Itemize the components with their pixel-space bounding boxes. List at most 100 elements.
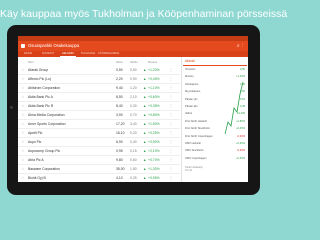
- column-name-header[interactable]: Nimi: [28, 60, 34, 64]
- detail-value: +0,35%: [236, 156, 245, 160]
- stock-name: Amer Sports Corporation: [28, 121, 66, 126]
- favourite-star-icon[interactable]: ☆: [21, 139, 25, 144]
- stock-change: +0,35%: [148, 103, 160, 108]
- detail-title-rule: [183, 65, 247, 66]
- stock-change: +0,60%: [148, 94, 160, 99]
- trend-up-icon: ▲: [143, 148, 147, 153]
- favourite-star-icon[interactable]: ☆: [21, 85, 25, 90]
- row-menu-icon[interactable]: ⋮: [169, 121, 173, 126]
- row-menu-icon[interactable]: ⋮: [169, 67, 173, 72]
- detail-label: First North Helsinki: [185, 119, 207, 123]
- trend-up-icon: ▲: [143, 175, 147, 180]
- favourite-star-icon[interactable]: ☆: [21, 148, 25, 153]
- detail-label: Viimeisin: [185, 68, 196, 71]
- favourite-star-icon[interactable]: ☆: [21, 157, 25, 162]
- stock-name: Alma Media Corporation: [28, 112, 65, 117]
- trend-up-icon: ▲: [143, 166, 147, 171]
- row-menu-icon[interactable]: ⋮: [169, 157, 173, 162]
- row-menu-icon[interactable]: ⋮: [169, 130, 173, 135]
- stock-name: Aspocomp Group Plc: [28, 148, 61, 153]
- row-menu-icon[interactable]: ⋮: [169, 175, 173, 180]
- column-price-header[interactable]: Hinta: [116, 60, 123, 64]
- stock-name: Affecto Plc (Lu): [28, 76, 52, 81]
- column-change-header[interactable]: Muutos: [148, 60, 157, 64]
- stock-volume: 0,15: [130, 148, 137, 153]
- panel-divider: [181, 57, 182, 182]
- stock-change: +0,70%: [148, 157, 160, 162]
- trend-up-icon: ▲: [143, 103, 147, 108]
- row-menu-icon[interactable]: ⋮: [169, 103, 173, 108]
- app-bar: Osuuspankki Osakekauppa ⌕⋮: [18, 41, 248, 51]
- stock-name: Atria Plc A: [28, 157, 44, 162]
- detail-label: Ostotarjous: [185, 82, 199, 86]
- stock-name: Aktia Bank Plc A: [28, 94, 53, 99]
- stock-name: Afarak Group: [28, 67, 49, 72]
- stock-change: +1,50%: [148, 121, 160, 126]
- camera-dot: [10, 106, 13, 109]
- stock-name: Biohit Oyj B: [28, 175, 46, 180]
- trend-up-icon: ▲: [143, 67, 147, 72]
- stock-change: +1,20%: [148, 67, 160, 72]
- row-menu-icon[interactable]: ⋮: [169, 139, 173, 144]
- trend-up-icon: ▲: [143, 139, 147, 144]
- trend-up-icon: ▲: [143, 112, 147, 117]
- stock-change: +1,30%: [148, 166, 160, 171]
- favourite-star-icon[interactable]: ☆: [21, 121, 25, 126]
- favourite-star-icon[interactable]: ☆: [21, 175, 25, 180]
- favourite-star-icon[interactable]: ☆: [21, 67, 25, 72]
- detail-label: Päivän alin: [185, 105, 198, 108]
- row-menu-icon[interactable]: ⋮: [169, 76, 173, 81]
- favourite-star-icon[interactable]: ☆: [21, 130, 25, 135]
- detail-label: Muutos: [185, 75, 194, 79]
- detail-title: Afarak: [185, 59, 195, 63]
- detail-label: Myyntitarjous: [185, 90, 201, 94]
- row-menu-icon[interactable]: ⋮: [169, 112, 173, 117]
- stock-volume: 0,90: [130, 76, 137, 81]
- app-logo-icon: [21, 44, 25, 48]
- detail-label: First North Copenhagen: [185, 134, 213, 138]
- stock-change: +0,25%: [148, 130, 160, 135]
- app-screen: Osuuspankki Osakekauppa ⌕⋮ KAIKKI SUOSIK…: [18, 36, 248, 182]
- stock-price: 4,10: [116, 175, 123, 180]
- stock-price: 35,00: [116, 166, 125, 171]
- detail-label: Vaihto: [185, 112, 193, 116]
- price-sparkline: [224, 81, 244, 135]
- stock-volume: 0,40: [130, 139, 137, 144]
- stock-volume: 3,40: [130, 121, 137, 126]
- detail-label: First North Stockholm: [185, 127, 210, 131]
- stock-price: 2,20: [116, 76, 123, 81]
- stock-name: Aspo Plc: [28, 139, 42, 144]
- stock-name: Basware Corporation: [28, 166, 60, 171]
- favourite-star-icon[interactable]: ☆: [21, 94, 25, 99]
- column-volume-header[interactable]: Vaihto: [130, 60, 138, 64]
- stock-row[interactable]: ☆ Biohit Oyj B 4,10 0,25 ▲ +0,55% ⋮: [18, 173, 180, 182]
- row-menu-icon[interactable]: ⋮: [169, 85, 173, 90]
- detail-value: 0,50: [239, 68, 245, 71]
- stock-price: 16,10: [116, 130, 125, 135]
- stock-volume: 0,70: [130, 112, 137, 117]
- stock-price: 9,40: [116, 85, 123, 90]
- tablet-device: Osuuspankki Osakekauppa ⌕⋮ KAIKKI SUOSIK…: [7, 25, 260, 195]
- stock-price: 6,90: [116, 139, 123, 144]
- stock-list: Nimi Hinta Vaihto Muutos ☆ Afarak Group 0,…: [18, 57, 180, 182]
- stock-volume: 2,10: [130, 94, 137, 99]
- stock-volume: 0,25: [130, 175, 137, 180]
- row-menu-icon[interactable]: ⋮: [169, 166, 173, 171]
- stock-volume: 1,20: [130, 85, 137, 90]
- stock-price: 8,40: [116, 103, 123, 108]
- favourite-star-icon[interactable]: ☆: [21, 76, 25, 81]
- trend-up-icon: ▲: [143, 85, 147, 90]
- row-menu-icon[interactable]: ⋮: [169, 94, 173, 99]
- stock-volume: 0,50: [130, 67, 137, 72]
- stock-change: +1,10%: [148, 85, 160, 90]
- trend-up-icon: ▲: [143, 94, 147, 99]
- stock-volume: 0,30: [130, 103, 137, 108]
- overflow-menu-icon[interactable]: ⋮: [242, 43, 245, 49]
- stock-change: +0,45%: [148, 76, 160, 81]
- trend-up-icon: ▲: [143, 76, 147, 81]
- row-menu-icon[interactable]: ⋮: [169, 148, 173, 153]
- favourite-star-icon[interactable]: ☆: [21, 112, 25, 117]
- favourite-star-icon[interactable]: ☆: [21, 166, 25, 171]
- stock-name: Aktia Bank Plc R: [28, 103, 54, 108]
- favourite-star-icon[interactable]: ☆: [21, 103, 25, 108]
